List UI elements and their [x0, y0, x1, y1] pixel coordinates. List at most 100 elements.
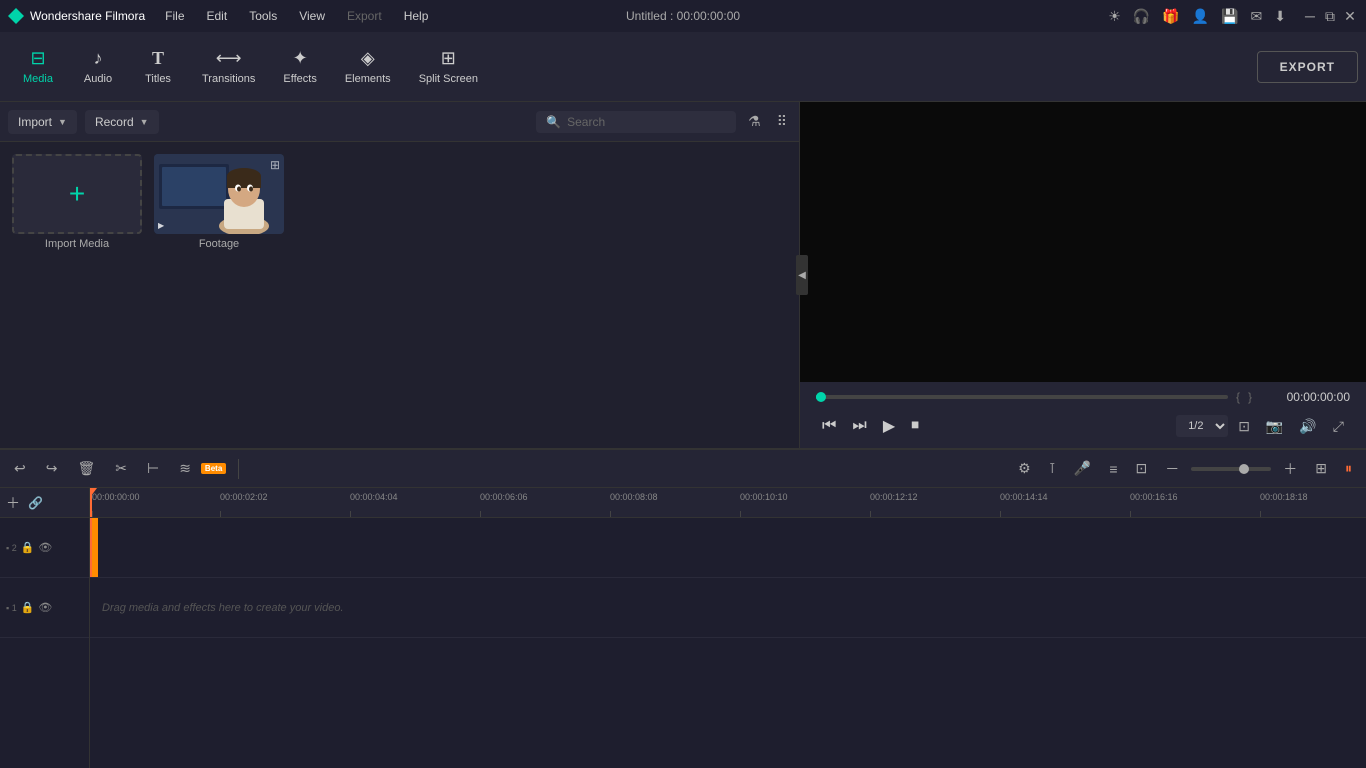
- record-label: Record: [95, 115, 134, 129]
- restore-button[interactable]: ⧉: [1322, 8, 1338, 24]
- redo-button[interactable]: ↪: [40, 456, 64, 481]
- zoom-out-button[interactable]: －: [1159, 455, 1185, 483]
- save-icon[interactable]: 💾: [1221, 8, 1238, 25]
- app-logo-icon: [8, 8, 24, 24]
- menu-edit[interactable]: Edit: [197, 5, 238, 27]
- tab-elements[interactable]: ◈ Elements: [331, 42, 405, 91]
- tab-titles[interactable]: T Titles: [128, 42, 188, 91]
- ai-button[interactable]: ≋: [173, 456, 197, 481]
- record-voice-button[interactable]: 🎤: [1068, 456, 1097, 481]
- search-icon: 🔍: [546, 115, 561, 129]
- footage-play-triangle: ▶: [158, 221, 164, 230]
- undo-button[interactable]: ↩: [8, 456, 32, 481]
- audio-mix-button[interactable]: ≡: [1103, 457, 1123, 481]
- stop-button[interactable]: ⏹: [905, 413, 925, 439]
- tab-audio[interactable]: ♪ Audio: [68, 42, 128, 91]
- tab-media[interactable]: ⊟ Media: [8, 42, 68, 91]
- clip-indicator: [90, 518, 98, 577]
- system-icons: ☀ 🎧 🎁 👤 💾 ✉ ⬇: [1108, 8, 1286, 25]
- collapse-panel-button[interactable]: ◀: [796, 255, 808, 295]
- app-logo: Wondershare Filmora: [8, 8, 145, 24]
- user-icon[interactable]: 👤: [1192, 8, 1209, 25]
- cut-button[interactable]: ✂: [109, 456, 133, 481]
- menu-help[interactable]: Help: [394, 5, 439, 27]
- ruler-tick-0: [92, 511, 93, 517]
- split-button[interactable]: ⊢: [141, 456, 165, 481]
- playhead-arrow: [90, 488, 97, 496]
- mail-icon[interactable]: ✉: [1251, 8, 1263, 25]
- volume-icon[interactable]: 🔊: [1293, 414, 1322, 439]
- import-label: Import: [18, 115, 52, 129]
- track-2-eye-icon[interactable]: 👁: [38, 541, 52, 554]
- expand-icon[interactable]: ⤢: [1327, 414, 1350, 439]
- track-2-lock-icon[interactable]: 🔒: [21, 541, 35, 554]
- record-chevron: ▼: [140, 117, 149, 127]
- tab-splitscreen[interactable]: ⊞ Split Screen: [405, 42, 492, 91]
- bracket-out[interactable]: }: [1248, 390, 1252, 404]
- fullscreen-preview-icon[interactable]: ⊡: [1232, 414, 1256, 439]
- zoom-in-button[interactable]: ＋: [1277, 455, 1303, 483]
- quality-select[interactable]: 1/2: [1176, 415, 1228, 437]
- track-1-row: Drag media and effects here to create yo…: [90, 578, 1366, 638]
- ruler-row-label: ＋ 🔗: [0, 488, 89, 518]
- download-icon[interactable]: ⬇: [1274, 8, 1286, 25]
- track-1-eye-icon[interactable]: 👁: [38, 601, 52, 614]
- preview-area: [800, 102, 1366, 382]
- close-button[interactable]: ✕: [1342, 8, 1358, 24]
- headphone-icon[interactable]: 🎧: [1133, 8, 1150, 25]
- filter-button[interactable]: ⚗: [744, 111, 765, 132]
- frame-back-button[interactable]: ⏭: [846, 413, 872, 439]
- track-2-num: ▪ 2: [6, 543, 17, 553]
- bracket-in[interactable]: {: [1236, 390, 1240, 404]
- mark-in-button[interactable]: ⊺: [1043, 456, 1062, 481]
- footage-preview-svg: [154, 154, 284, 234]
- link-button[interactable]: 🔗: [28, 496, 43, 510]
- splitscreen-label: Split Screen: [419, 73, 478, 85]
- timeline-toolbar: ↩ ↪ 🗑 ✂ ⊢ ≋ Beta ⚙ ⊺ 🎤 ≡ ⊡ － ＋ ⊞ ⏸: [0, 450, 1366, 488]
- fit-timeline-button[interactable]: ⊞: [1309, 456, 1333, 481]
- pause-timeline-button[interactable]: ⏸: [1339, 456, 1358, 481]
- ruler-tick-4: [610, 511, 611, 517]
- ruler-mark-7: 00:00:14:14: [1000, 492, 1048, 502]
- zoom-slider[interactable]: [1191, 467, 1271, 471]
- progress-bar-container: { } 00:00:00:00: [816, 390, 1350, 404]
- footage-label: Footage: [199, 238, 239, 250]
- skip-back-button[interactable]: ⏮: [816, 413, 842, 439]
- import-media-item[interactable]: + Import Media: [12, 154, 142, 250]
- gift-icon[interactable]: 🎁: [1162, 8, 1179, 25]
- menu-file[interactable]: File: [155, 5, 194, 27]
- search-input[interactable]: [567, 115, 726, 129]
- import-dropdown[interactable]: Import ▼: [8, 110, 77, 134]
- play-pause-button[interactable]: ▶: [877, 412, 901, 440]
- brightness-icon[interactable]: ☀: [1108, 8, 1121, 25]
- track-empty-hint: Drag media and effects here to create yo…: [102, 602, 344, 614]
- track-labels: ＋ 🔗 ▪ 2 🔒 👁 ▪ 1 🔒 👁: [0, 488, 90, 768]
- menu-view[interactable]: View: [289, 5, 335, 27]
- toolbar-separator: [238, 459, 239, 479]
- tab-effects[interactable]: ✦ Effects: [269, 42, 330, 91]
- ruler-tick-3: [480, 511, 481, 517]
- tab-transitions[interactable]: ⟷ Transitions: [188, 42, 269, 91]
- progress-track[interactable]: [816, 395, 1228, 399]
- audio-icon: ♪: [94, 48, 103, 69]
- add-track-button[interactable]: ＋: [6, 493, 20, 513]
- export-button[interactable]: EXPORT: [1257, 51, 1358, 83]
- effects-label: Effects: [283, 73, 316, 85]
- search-box: 🔍: [536, 111, 736, 133]
- settings-button[interactable]: ⚙: [1012, 456, 1037, 481]
- record-dropdown[interactable]: Record ▼: [85, 110, 159, 134]
- zoom-thumb[interactable]: [1239, 464, 1249, 474]
- fit-screen-button[interactable]: ⊡: [1130, 456, 1154, 481]
- grid-view-button[interactable]: ⠿: [773, 111, 791, 132]
- delete-button[interactable]: 🗑: [71, 456, 101, 481]
- menu-export[interactable]: Export: [337, 5, 392, 27]
- track-1-lock-icon[interactable]: 🔒: [21, 601, 35, 614]
- audio-label: Audio: [84, 73, 112, 85]
- footage-item[interactable]: ⊞ ▶ Footage: [154, 154, 284, 250]
- menu-tools[interactable]: Tools: [239, 5, 287, 27]
- title-bar: Wondershare Filmora File Edit Tools View…: [0, 0, 1366, 32]
- window-title: Untitled : 00:00:00:00: [626, 9, 740, 23]
- ruler-mark-9: 00:00:18:18: [1260, 492, 1308, 502]
- minimize-button[interactable]: ─: [1302, 8, 1318, 24]
- snapshot-icon[interactable]: 📷: [1260, 414, 1289, 439]
